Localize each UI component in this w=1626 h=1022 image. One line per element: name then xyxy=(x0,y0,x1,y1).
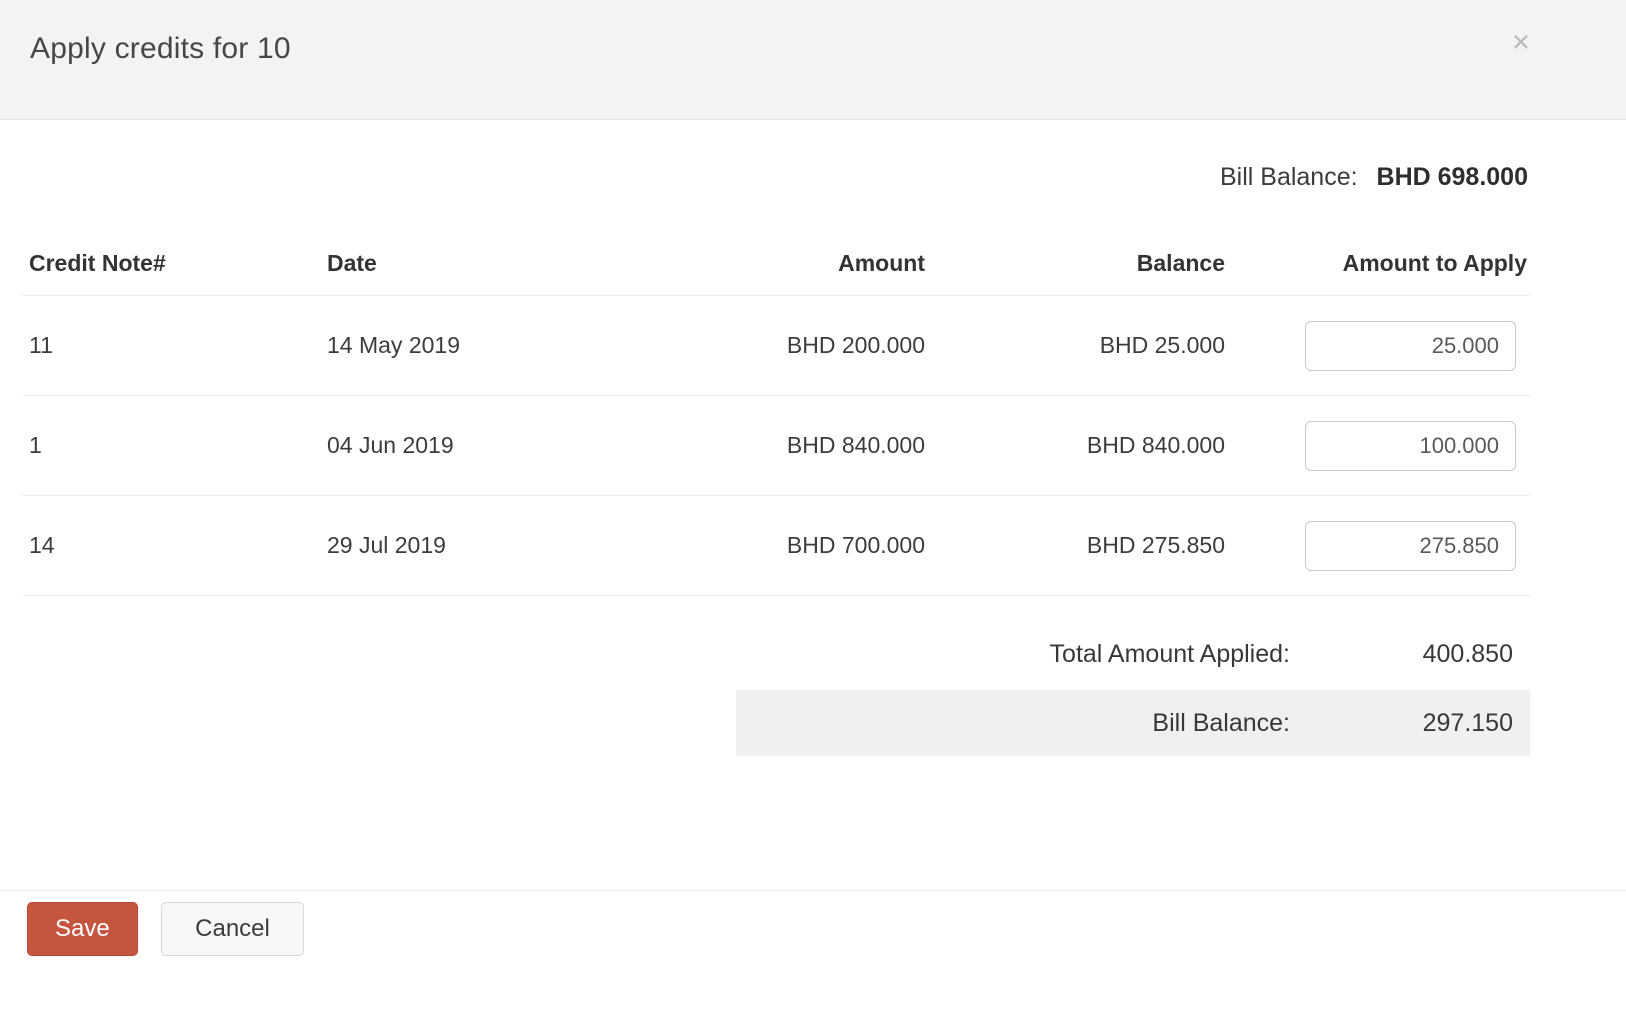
table-row: 1 04 Jun 2019 BHD 840.000 BHD 840.000 xyxy=(23,396,1530,496)
cancel-button[interactable]: Cancel xyxy=(161,902,304,956)
bill-balance-label: Bill Balance: xyxy=(1219,163,1358,191)
bill-balance-result-row: Bill Balance: 297.150 xyxy=(736,690,1530,756)
column-header-date: Date xyxy=(327,250,377,276)
cell-date: 29 Jul 2019 xyxy=(327,532,446,558)
cell-amount: BHD 700.000 xyxy=(786,532,925,558)
column-header-amount-to-apply: Amount to Apply xyxy=(1342,250,1527,276)
cell-date: 04 Jun 2019 xyxy=(327,432,454,458)
cell-amount: BHD 200.000 xyxy=(786,332,925,358)
bill-balance-result-label: Bill Balance: xyxy=(1152,708,1290,737)
close-icon[interactable]: × xyxy=(1512,26,1530,57)
amount-to-apply-input[interactable] xyxy=(1305,320,1516,371)
cell-date: 14 May 2019 xyxy=(327,332,460,358)
total-amount-applied-row: Total Amount Applied: 400.850 xyxy=(0,632,1530,676)
cell-balance: BHD 840.000 xyxy=(1086,432,1225,458)
column-header-balance: Balance xyxy=(1136,250,1225,276)
cell-credit-note: 11 xyxy=(29,332,53,358)
column-header-amount: Amount xyxy=(838,250,925,276)
table-row: 14 29 Jul 2019 BHD 700.000 BHD 275.850 xyxy=(23,496,1530,596)
bill-balance-summary: Bill Balance: BHD 698.000 xyxy=(0,163,1626,192)
table-row: 11 14 May 2019 BHD 200.000 BHD 25.000 xyxy=(23,296,1530,396)
total-amount-applied-value: 400.850 xyxy=(1422,639,1513,668)
totals-section: Total Amount Applied: 400.850 Bill Balan… xyxy=(0,632,1530,756)
credit-notes-table: Credit Note# Date Amount Balance Amount … xyxy=(23,250,1530,596)
amount-to-apply-input[interactable] xyxy=(1305,520,1516,571)
bill-balance-value: BHD 698.000 xyxy=(1376,163,1528,191)
modal-header: Apply credits for 10 × xyxy=(0,0,1626,120)
cell-balance: BHD 25.000 xyxy=(1099,332,1225,358)
cell-credit-note: 1 xyxy=(29,432,42,458)
modal-footer: Save Cancel xyxy=(0,890,1626,1022)
bill-balance-result-value: 297.150 xyxy=(1422,708,1513,737)
table-header-row: Credit Note# Date Amount Balance Amount … xyxy=(23,250,1530,296)
modal-title: Apply credits for 10 xyxy=(30,32,291,65)
amount-to-apply-input[interactable] xyxy=(1305,420,1516,471)
save-button[interactable]: Save xyxy=(27,902,138,956)
cell-balance: BHD 275.850 xyxy=(1086,532,1225,558)
cell-amount: BHD 840.000 xyxy=(786,432,925,458)
column-header-credit-note: Credit Note# xyxy=(29,250,166,276)
total-amount-applied-label: Total Amount Applied: xyxy=(1049,639,1290,668)
cell-credit-note: 14 xyxy=(29,532,55,558)
